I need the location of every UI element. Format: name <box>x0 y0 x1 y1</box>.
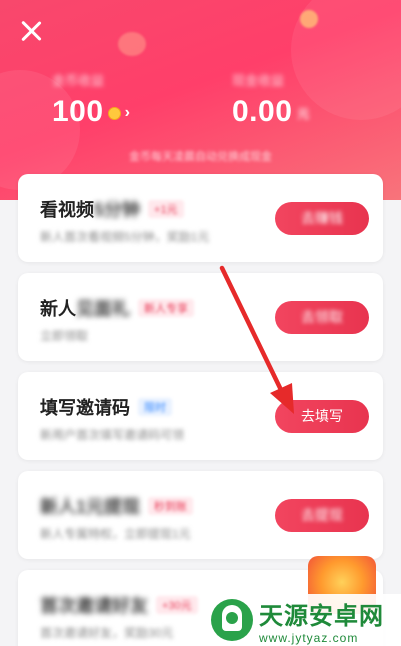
task-desc: 首次邀请好友，奖励30元 <box>40 626 174 640</box>
task-action-button[interactable]: 去提现 <box>275 499 369 532</box>
task-title: 新人1元提现 <box>40 497 141 517</box>
task-title: 填写邀请码 <box>40 398 130 418</box>
task-card-invite-code: 填写邀请码 限时 新用户首次填写邀请码可领 去填写 <box>18 372 383 460</box>
task-title: 看视频 <box>40 200 94 220</box>
task-desc: 立即领取 <box>40 329 89 343</box>
cash-earnings-label: 现金收益 <box>232 73 285 88</box>
task-desc: 新人首次看视频5分钟，奖励1元 <box>40 230 210 244</box>
fill-invite-code-button[interactable]: 去填写 <box>275 400 369 433</box>
chevron-right-icon: › <box>124 104 131 122</box>
task-desc: 新用户首次填写邀请码可领 <box>40 428 185 442</box>
task-tag: 秒到账 <box>148 497 194 515</box>
task-desc: 新人专属特权，立即提现1元 <box>40 527 191 541</box>
cash-unit: 元 <box>297 106 310 121</box>
cash-earnings[interactable]: 现金收益 0.00 元 <box>232 70 310 129</box>
coin-earnings-label: 金币收益 <box>52 73 105 88</box>
task-title-extra: 5分钟 <box>94 200 141 220</box>
task-action-button[interactable]: 去赚钱 <box>275 202 369 235</box>
task-tag: 新人专享 <box>138 299 194 317</box>
watermark-title: 天源安卓网 <box>259 602 384 630</box>
task-card: 看视频 5分钟 +1元 新人首次看视频5分钟，奖励1元 去赚钱 <box>18 174 383 262</box>
task-tag: 限时 <box>138 398 172 416</box>
cash-earnings-value: 0.00 <box>232 95 293 128</box>
close-icon[interactable] <box>18 18 44 44</box>
coin-icon <box>107 106 121 120</box>
coin-earnings[interactable]: 金币收益 100 › <box>52 70 130 129</box>
watermark-url: www.jytyaz.com <box>259 630 359 645</box>
task-card: 新人 见面礼 新人专享 立即领取 去领取 <box>18 273 383 361</box>
task-title: 首次邀请好友 <box>40 596 148 616</box>
task-action-button[interactable]: 去领取 <box>275 301 369 334</box>
coin-earnings-value: 100 <box>52 95 104 128</box>
task-title: 新人 <box>40 299 76 319</box>
android-logo-icon <box>211 599 253 641</box>
decor-coin <box>118 32 146 56</box>
task-tag: +30元 <box>156 596 198 614</box>
task-title-extra: 见面礼 <box>76 299 130 319</box>
decor-coin <box>300 10 318 28</box>
exchange-notice: 金币每天凌晨自动兑换成现金 <box>129 151 272 163</box>
task-tag: +1元 <box>148 200 184 218</box>
site-watermark: 天源安卓网 www.jytyaz.com <box>205 594 401 646</box>
task-card: 新人1元提现 秒到账 新人专属特权，立即提现1元 去提现 <box>18 471 383 559</box>
